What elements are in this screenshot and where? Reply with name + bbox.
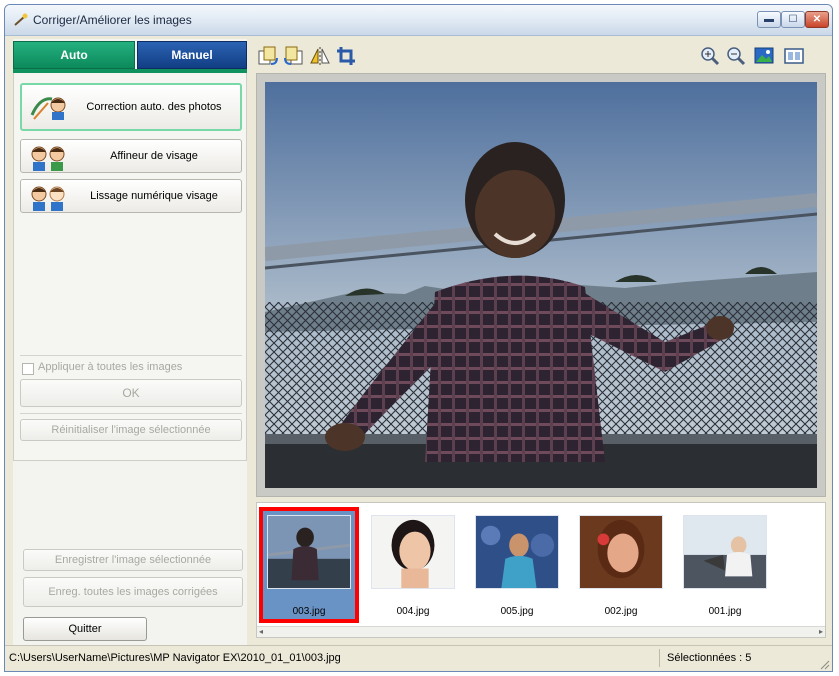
close-button[interactable]: ✕: [805, 11, 829, 28]
thumbnail-item[interactable]: 001.jpg: [679, 511, 771, 619]
save-all-corrected-button[interactable]: Enreg. toutes les images corrigées: [23, 577, 243, 607]
resize-grip-icon[interactable]: [820, 660, 830, 670]
thumbnail-caption: 004.jpg: [396, 606, 430, 617]
crop-icon[interactable]: [335, 45, 357, 67]
reset-selected-image-button[interactable]: Réinitialiser l'image sélectionnée: [20, 419, 242, 441]
flip-horizontal-icon[interactable]: [309, 45, 331, 67]
save-selected-image-button[interactable]: Enregistrer l'image sélectionnée: [23, 549, 243, 571]
close-icon: ✕: [812, 14, 822, 25]
digital-face-smoothing-icon: [31, 186, 65, 211]
mode-tabs: Auto Manuel: [13, 41, 247, 69]
thumbnail-caption: 003.jpg: [292, 606, 326, 617]
maximize-button[interactable]: ☐: [781, 11, 805, 28]
maximize-icon: ☐: [788, 14, 798, 25]
image-preview[interactable]: [256, 73, 826, 497]
separator: [20, 355, 242, 356]
thumbnail-item[interactable]: 003.jpg: [259, 507, 359, 623]
auto-photo-correction-button[interactable]: Correction auto. des photos: [20, 83, 242, 131]
apply-all-label: Appliquer à toutes les images: [38, 361, 183, 373]
auto-panel: Correction auto. des photos Affineur de …: [13, 73, 247, 461]
face-sharpener-icon: [31, 146, 65, 171]
scroll-left-icon[interactable]: ◂: [259, 627, 263, 636]
thumbnail-item[interactable]: 005.jpg: [471, 511, 563, 619]
rotate-left-icon[interactable]: [257, 45, 279, 67]
horizontal-scrollbar[interactable]: ◂ ▸: [257, 626, 825, 637]
thumbnail-caption: 001.jpg: [708, 606, 742, 617]
thumbnail-image: [683, 515, 767, 589]
tab-manual[interactable]: Manuel: [137, 41, 247, 69]
thumbnail-image: [475, 515, 559, 589]
ok-button[interactable]: OK: [20, 379, 242, 407]
toolbar: [249, 39, 829, 73]
quit-button[interactable]: Quitter: [23, 617, 147, 641]
separator: [20, 413, 242, 414]
thumbnail-image: [267, 515, 351, 589]
compare-icon[interactable]: [783, 45, 805, 67]
auto-photo-correction-icon: [30, 97, 66, 120]
thumbnail-item[interactable]: 002.jpg: [575, 511, 667, 619]
thumbnail-caption: 002.jpg: [604, 606, 638, 617]
selected-count: Sélectionnées : 5: [667, 652, 752, 664]
digital-face-smoothing-label: Lissage numérique visage: [90, 190, 218, 202]
thumbnail-image: [579, 515, 663, 589]
file-path: C:\Users\UserName\Pictures\MP Navigator …: [9, 652, 341, 664]
digital-face-smoothing-button[interactable]: Lissage numérique visage: [20, 179, 242, 213]
title-bar: Corriger/Améliorer les images ▬ ☐ ✕: [5, 5, 832, 36]
zoom-in-icon[interactable]: [699, 45, 721, 67]
thumbnail-caption: 005.jpg: [500, 606, 534, 617]
face-sharpener-label: Affineur de visage: [110, 150, 198, 162]
window-title: Corriger/Améliorer les images: [33, 13, 192, 27]
apply-all-checkbox[interactable]: [22, 363, 34, 375]
thumbnail-item[interactable]: 004.jpg: [367, 511, 459, 619]
tab-auto[interactable]: Auto: [13, 41, 135, 69]
left-panel: Auto Manuel Correction auto. des photos: [13, 39, 247, 667]
wand-icon: [14, 13, 28, 26]
face-sharpener-button[interactable]: Affineur de visage: [20, 139, 242, 173]
scroll-right-icon[interactable]: ▸: [819, 627, 823, 636]
status-bar: C:\Users\UserName\Pictures\MP Navigator …: [5, 645, 832, 671]
thumbnail-strip: 003.jpg 004.jpg 005.jpg 002.jpg 001.jpg …: [256, 502, 826, 638]
status-divider: [659, 649, 660, 667]
rotate-right-icon[interactable]: [283, 45, 305, 67]
auto-photo-correction-label: Correction auto. des photos: [86, 101, 222, 113]
whole-image-icon[interactable]: [753, 45, 775, 67]
minimize-button[interactable]: ▬: [757, 11, 781, 28]
zoom-out-icon[interactable]: [725, 45, 747, 67]
preview-photo: [265, 82, 817, 488]
thumbnail-image: [371, 515, 455, 589]
minimize-icon: ▬: [764, 14, 774, 25]
app-window: Corriger/Améliorer les images ▬ ☐ ✕ Auto…: [4, 4, 833, 672]
